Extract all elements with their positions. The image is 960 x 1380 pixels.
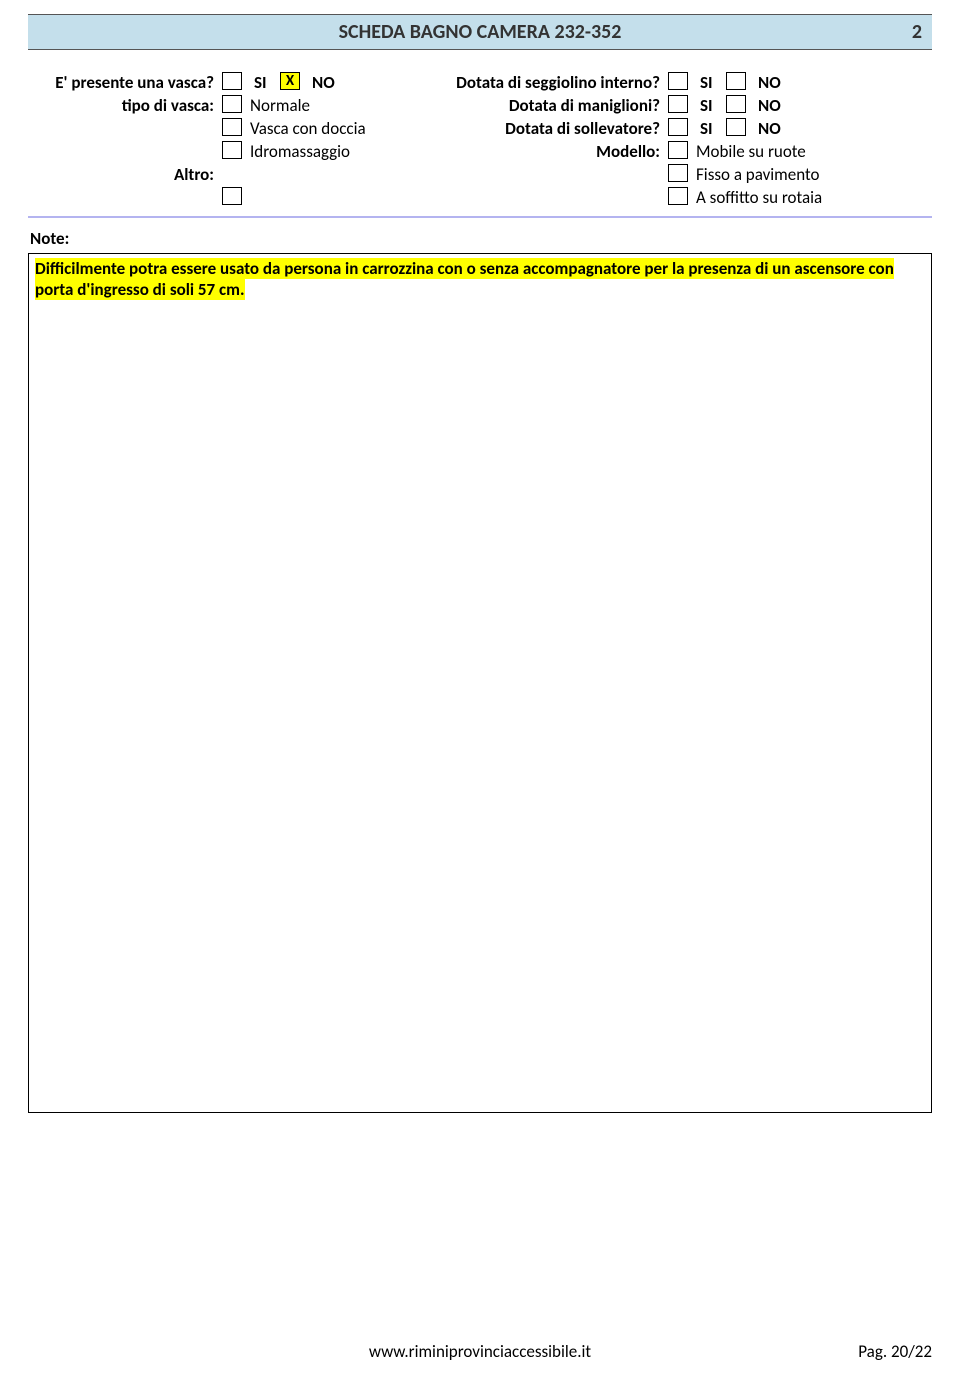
- footer-site: www.riminiprovinciaccessibile.it: [369, 1341, 591, 1362]
- notes-label: Note:: [30, 228, 932, 249]
- label-si: SI: [696, 72, 713, 93]
- label-altro: Altro:: [28, 164, 218, 187]
- label-si: SI: [250, 72, 267, 93]
- label-si: SI: [696, 95, 713, 116]
- checkbox-sollevatore-si[interactable]: [668, 118, 688, 136]
- checkbox-altro[interactable]: [222, 187, 242, 205]
- label-no: NO: [754, 118, 781, 139]
- checkbox-mobile[interactable]: [668, 141, 688, 159]
- page-title: SCHEDA BAGNO CAMERA 232-352: [339, 20, 622, 44]
- option-idro: Idromassaggio: [246, 141, 414, 164]
- checkbox-normale[interactable]: [222, 95, 242, 113]
- option-doccia: Vasca con doccia: [246, 118, 414, 141]
- notes-box: Difficilmente potra essere usato da pers…: [28, 253, 932, 1113]
- page: SCHEDA BAGNO CAMERA 232-352 2 E' present…: [0, 14, 960, 1380]
- label-no: NO: [754, 72, 781, 93]
- checkbox-fisso[interactable]: [668, 164, 688, 182]
- checkbox-doccia[interactable]: [222, 118, 242, 136]
- question-seggiolino: Dotata di seggiolino interno?: [414, 72, 664, 95]
- option-mobile: Mobile su ruote: [692, 141, 932, 164]
- form-section: E' presente una vasca? SI X NO Dotata di…: [28, 72, 932, 218]
- label-modello: Modello:: [414, 141, 664, 164]
- checkbox-maniglioni-si[interactable]: [668, 95, 688, 113]
- question-sollevatore: Dotata di sollevatore?: [414, 118, 664, 141]
- option-fisso: Fisso a pavimento: [692, 164, 932, 187]
- label-no: NO: [308, 72, 335, 93]
- option-soffitto: A soffitto su rotaia: [692, 187, 932, 210]
- checkbox-vasca-si[interactable]: [222, 72, 242, 90]
- label-no: NO: [754, 95, 781, 116]
- checkbox-soffitto[interactable]: [668, 187, 688, 205]
- checkbox-seggiolino-si[interactable]: [668, 72, 688, 90]
- title-bar: SCHEDA BAGNO CAMERA 232-352 2: [28, 14, 932, 50]
- question-maniglioni: Dotata di maniglioni?: [414, 95, 664, 118]
- checkbox-vasca-no[interactable]: X: [280, 72, 300, 90]
- footer: www.riminiprovinciaccessibile.it Pag. 20…: [0, 1341, 960, 1362]
- label-si: SI: [696, 118, 713, 139]
- checkbox-maniglioni-no[interactable]: [726, 95, 746, 113]
- checkbox-sollevatore-no[interactable]: [726, 118, 746, 136]
- notes-text: Difficilmente potra essere usato da pers…: [35, 258, 894, 300]
- option-normale: Normale: [246, 95, 414, 118]
- page-section-number: 2: [912, 20, 922, 44]
- footer-page: Pag. 20/22: [858, 1341, 932, 1362]
- checkbox-idro[interactable]: [222, 141, 242, 159]
- question-vasca: E' presente una vasca?: [28, 72, 218, 95]
- label-tipo-vasca: tipo di vasca:: [28, 95, 218, 118]
- form-grid: E' presente una vasca? SI X NO Dotata di…: [28, 72, 932, 210]
- checkbox-seggiolino-no[interactable]: [726, 72, 746, 90]
